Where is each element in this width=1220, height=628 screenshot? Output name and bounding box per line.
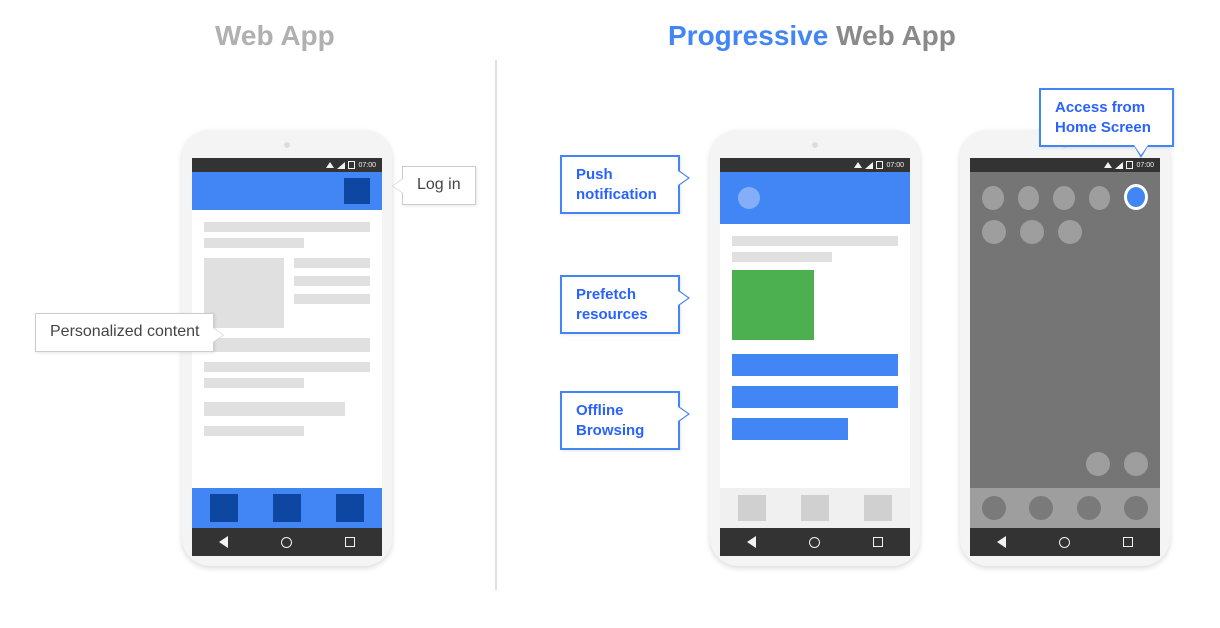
app-icon [1020, 220, 1044, 244]
image-placeholder [204, 258, 284, 328]
content-area [720, 224, 910, 488]
title-pwa-accent: Progressive [668, 20, 828, 51]
app-row [982, 186, 1148, 210]
home-icon [281, 537, 292, 548]
home-icon [1059, 537, 1070, 548]
status-bar: 07:00 [192, 158, 382, 172]
text-placeholder [204, 362, 370, 372]
callout-prefetch: Prefetch resources [560, 275, 680, 334]
app-icon [1018, 186, 1040, 210]
divider-line [495, 60, 497, 590]
content-area [192, 210, 382, 488]
nav-item [336, 494, 364, 522]
title-web-app: Web App [215, 20, 335, 52]
prefetch-resource [732, 270, 814, 340]
app-icon [1058, 220, 1082, 244]
text-placeholder [204, 402, 345, 416]
text-placeholder [204, 378, 304, 388]
nav-item [738, 495, 766, 521]
text-placeholder [732, 252, 832, 262]
dock [970, 488, 1160, 528]
app-icon [982, 220, 1006, 244]
recent-icon [345, 537, 355, 547]
nav-item [273, 494, 301, 522]
text-placeholder [294, 294, 370, 304]
dock-icon [1077, 496, 1101, 520]
dock-icon [1029, 496, 1053, 520]
app-icon [982, 186, 1004, 210]
home-icon [809, 537, 820, 548]
text-placeholder [204, 426, 304, 436]
dock-icon [1124, 496, 1148, 520]
status-bar: 07:00 [970, 158, 1160, 172]
text-placeholder [204, 238, 304, 248]
text-placeholder [204, 222, 370, 232]
wifi-icon [1115, 162, 1123, 169]
app-row-bottom [1086, 452, 1148, 476]
signal-icon [326, 162, 334, 168]
app-icon [1053, 186, 1075, 210]
status-bar: 07:00 [720, 158, 910, 172]
callout-personalized: Personalized content [35, 313, 214, 352]
back-icon [219, 536, 228, 548]
nav-item [210, 494, 238, 522]
pwa-app-icon [1124, 184, 1148, 210]
home-grid [970, 172, 1160, 528]
recent-icon [873, 537, 883, 547]
screen-home: 07:00 [970, 158, 1160, 556]
screen-pwa-app: 07:00 [720, 158, 910, 556]
signal-icon [1104, 162, 1112, 168]
offline-content-bar [732, 354, 898, 376]
nav-item [801, 495, 829, 521]
callout-offline: Offline Browsing [560, 391, 680, 450]
callout-login: Log in [402, 166, 476, 205]
app-icon [1086, 452, 1110, 476]
signal-icon [854, 162, 862, 168]
status-time: 07:00 [358, 162, 376, 169]
battery-icon [1126, 161, 1133, 169]
login-avatar [344, 178, 370, 204]
screen-web-app: 07:00 [192, 158, 382, 556]
recent-icon [1123, 537, 1133, 547]
text-placeholder [294, 276, 370, 286]
text-placeholder [294, 258, 370, 268]
system-navbar [192, 528, 382, 556]
speaker-dot [284, 142, 290, 148]
content-row [204, 258, 370, 328]
back-icon [997, 536, 1006, 548]
app-icon [1089, 186, 1111, 210]
status-time: 07:00 [1136, 162, 1154, 169]
bottom-nav [192, 488, 382, 528]
wifi-icon [865, 162, 873, 169]
system-navbar [970, 528, 1160, 556]
push-notification-icon [738, 187, 760, 209]
callout-push: Push notification [560, 155, 680, 214]
content-col [294, 258, 370, 328]
speaker-dot [812, 142, 818, 148]
app-header [720, 172, 910, 224]
battery-icon [348, 161, 355, 169]
title-pwa-rest: Web App [828, 20, 956, 51]
nav-item [864, 495, 892, 521]
app-row [982, 220, 1148, 244]
callout-home-screen: Access from Home Screen [1039, 88, 1174, 147]
text-placeholder [732, 236, 898, 246]
text-placeholder [204, 338, 370, 352]
title-pwa: Progressive Web App [668, 20, 956, 52]
wifi-icon [337, 162, 345, 169]
phone-home-screen: 07:00 [960, 130, 1170, 566]
battery-icon [876, 161, 883, 169]
dock-icon [982, 496, 1006, 520]
bottom-nav [720, 488, 910, 528]
back-icon [747, 536, 756, 548]
system-navbar [720, 528, 910, 556]
offline-content-bar [732, 386, 898, 408]
app-icon [1124, 452, 1148, 476]
status-time: 07:00 [886, 162, 904, 169]
app-header [192, 172, 382, 210]
phone-pwa-app: 07:00 [710, 130, 920, 566]
offline-content-bar [732, 418, 848, 440]
